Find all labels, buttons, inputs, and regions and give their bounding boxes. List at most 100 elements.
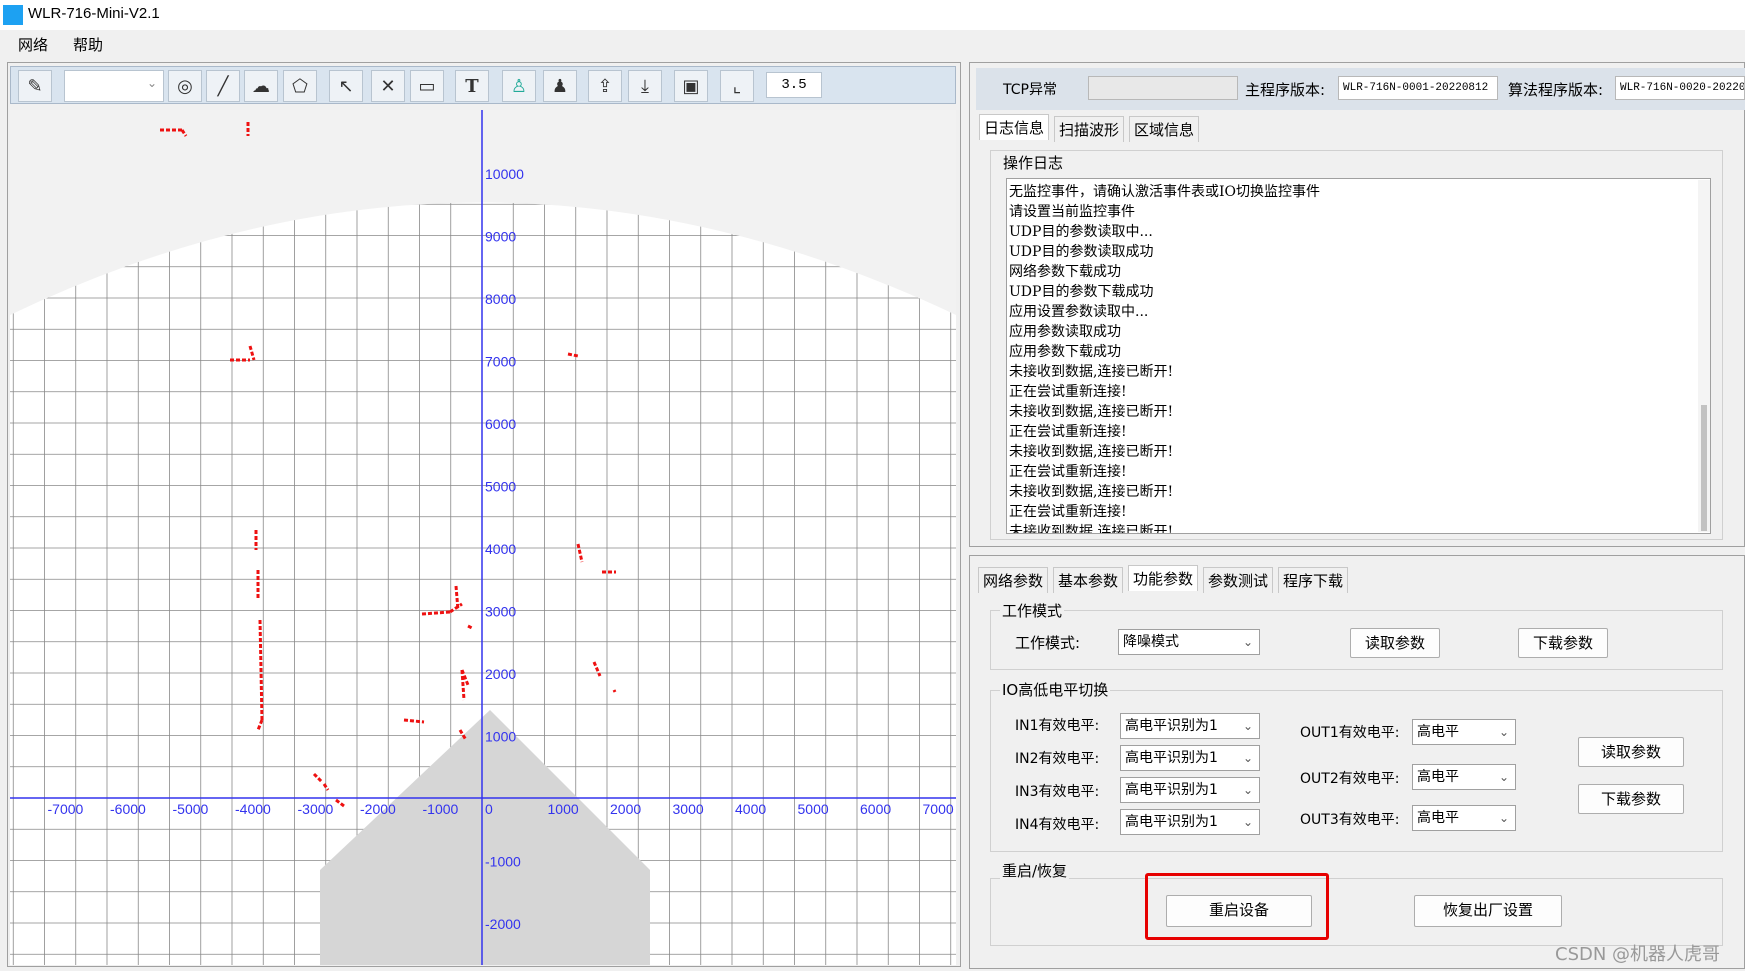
x-tick-label: -1000 [423,801,459,817]
person-outline-icon[interactable]: ♟ [543,70,577,102]
tab-log[interactable]: 日志信息 [979,114,1050,140]
in3-select[interactable]: 高电平识别为1 ⌄ [1120,777,1260,803]
io-read-button[interactable]: 读取参数 [1578,737,1684,767]
menu-help[interactable]: 帮助 [73,34,103,55]
chevron-down-icon: ⌄ [1242,635,1253,649]
download-icon[interactable]: ⤓ [628,70,662,102]
log-line: 应用参数下载成功 [1009,344,1121,360]
y-tick-label: 8000 [485,291,516,307]
in1-value: 高电平识别为1 [1125,718,1218,734]
in4-label: IN4有效电平: [1015,817,1100,833]
in2-label: IN2有效电平: [1015,751,1100,767]
x-tick-label: 3000 [673,801,704,817]
tab-network-params[interactable]: 网络参数 [978,567,1049,593]
scan-point-cluster [467,624,473,630]
polygon-icon[interactable]: ⬠ [283,70,317,102]
chevron-down-icon: ⌄ [1242,719,1253,733]
y-tick-label: 5000 [485,479,516,495]
in2-value: 高电平识别为1 [1125,750,1218,766]
io-download-button[interactable]: 下载参数 [1578,784,1684,814]
x-tick-label: 4000 [735,801,766,817]
tab-program-download[interactable]: 程序下载 [1278,567,1349,593]
y-tick-label: 10000 [485,166,524,182]
log-scroll-thumb[interactable] [1701,405,1707,531]
log-line: 未接收到数据,连接已断开! [1009,404,1174,420]
edit-icon[interactable]: ✎ [18,70,52,102]
out2-select[interactable]: 高电平 ⌄ [1412,764,1516,790]
chevron-down-icon: ⌄ [1242,751,1253,765]
zoom-level[interactable]: 3.5 [766,72,822,98]
out1-select[interactable]: 高电平 ⌄ [1412,719,1516,745]
y-tick-label: 3000 [485,604,516,620]
person-icon[interactable]: ♙ [502,70,536,102]
tab-basic-params[interactable]: 基本参数 [1053,567,1124,593]
layer-select[interactable]: ⌄ [64,70,164,102]
y-tick-label: 9000 [485,229,516,245]
in1-select[interactable]: 高电平识别为1 ⌄ [1120,713,1260,739]
log-line: 无监控事件，请确认激活事件表或IO切换监控事件 [1009,184,1321,200]
x-tick-label: -5000 [173,801,209,817]
scan-point-cluster [403,718,425,724]
pointer-icon[interactable]: ↖ [329,70,363,102]
scan-plot: -7000 -6000 -5000 -4000 -3000 -2000 -1000 0 1000… [10,110,956,965]
y-tick-label: 2000 [485,666,516,682]
scan-point-cluster [258,619,264,721]
log-line: UDP目的参数下载成功 [1009,284,1154,300]
restore-group [990,878,1723,946]
window-icon[interactable]: ▭ [410,70,444,102]
fit-icon[interactable]: ▣ [674,70,708,102]
work-mode-read-button[interactable]: 读取参数 [1350,628,1440,658]
out3-select[interactable]: 高电平 ⌄ [1412,805,1516,831]
watermark: CSDN @机器人虎哥 [1555,944,1721,965]
y-tick-label: 4000 [485,541,516,557]
blob-icon[interactable]: ☁ [244,70,278,102]
cross-icon[interactable]: ✕ [371,70,405,102]
x-tick-label: -4000 [235,801,271,817]
line-icon[interactable]: ╱ [206,70,240,102]
in2-select[interactable]: 高电平识别为1 ⌄ [1120,745,1260,771]
bracket-icon[interactable]: ⌞ [720,70,754,102]
tab-function-params[interactable]: 功能参数 [1128,565,1199,591]
out2-value: 高电平 [1417,769,1459,785]
circle-icon[interactable]: ◎ [168,70,202,102]
log-line: UDP目的参数读取中... [1009,224,1153,240]
algo-version-field: WLR-716N-0020-202207 [1615,76,1745,100]
log-line: 未接收到数据,连接已断开! [1009,484,1174,500]
log-line: 正在尝试重新连接! [1009,424,1127,440]
work-mode-select[interactable]: 降噪模式 ⌄ [1118,629,1260,655]
text-icon[interactable]: T [455,70,489,102]
x-tick-label: 1000 [548,801,579,817]
tab-scan-wave[interactable]: 扫描波形 [1054,116,1125,142]
window-title: WLR-716-Mini-V2.1 [28,5,160,22]
y-tick-label: 6000 [485,416,516,432]
io-group-title: IO高低电平切换 [1000,679,1111,700]
y-tick-label: 7000 [485,354,516,370]
scan-point-cluster [256,719,264,731]
out2-label: OUT2有效电平: [1300,771,1400,787]
out1-label: OUT1有效电平: [1300,725,1400,741]
x-tick-label: -7000 [48,801,84,817]
out3-label: OUT3有效电平: [1300,812,1400,828]
in4-select[interactable]: 高电平识别为1 ⌄ [1120,809,1260,835]
menu-network[interactable]: 网络 [18,34,48,55]
log-line: 应用设置参数读取中... [1009,304,1149,320]
work-mode-title: 工作模式 [1000,600,1065,621]
chevron-down-icon: ⌄ [1498,725,1509,739]
tab-zone-info[interactable]: 区域信息 [1129,116,1200,142]
y-tick-label: 1000 [485,729,516,745]
in4-value: 高电平识别为1 [1125,814,1218,830]
work-mode-download-button[interactable]: 下载参数 [1518,628,1608,658]
log-line: 网络参数下载成功 [1009,264,1121,280]
out1-value: 高电平 [1417,724,1459,740]
highlight-box [1145,873,1329,940]
log-textbox[interactable]: 无监控事件，请确认激活事件表或IO切换监控事件 请设置当前监控事件 UDP目的参数读… [1006,178,1711,534]
tcp-status: TCP异常 [1003,82,1057,98]
log-line: UDP目的参数读取成功 [1009,244,1154,260]
factory-reset-button[interactable]: 恢复出厂设置 [1414,895,1562,927]
tab-param-test[interactable]: 参数测试 [1203,567,1274,593]
upload-icon[interactable]: ⇪ [588,70,622,102]
x-tick-label: 6000 [860,801,891,817]
scan-canvas[interactable]: -7000 -6000 -5000 -4000 -3000 -2000 -1000 0 1000… [10,110,956,965]
chevron-down-icon: ⌄ [1242,815,1253,829]
x-tick-label: 0 [485,801,493,817]
